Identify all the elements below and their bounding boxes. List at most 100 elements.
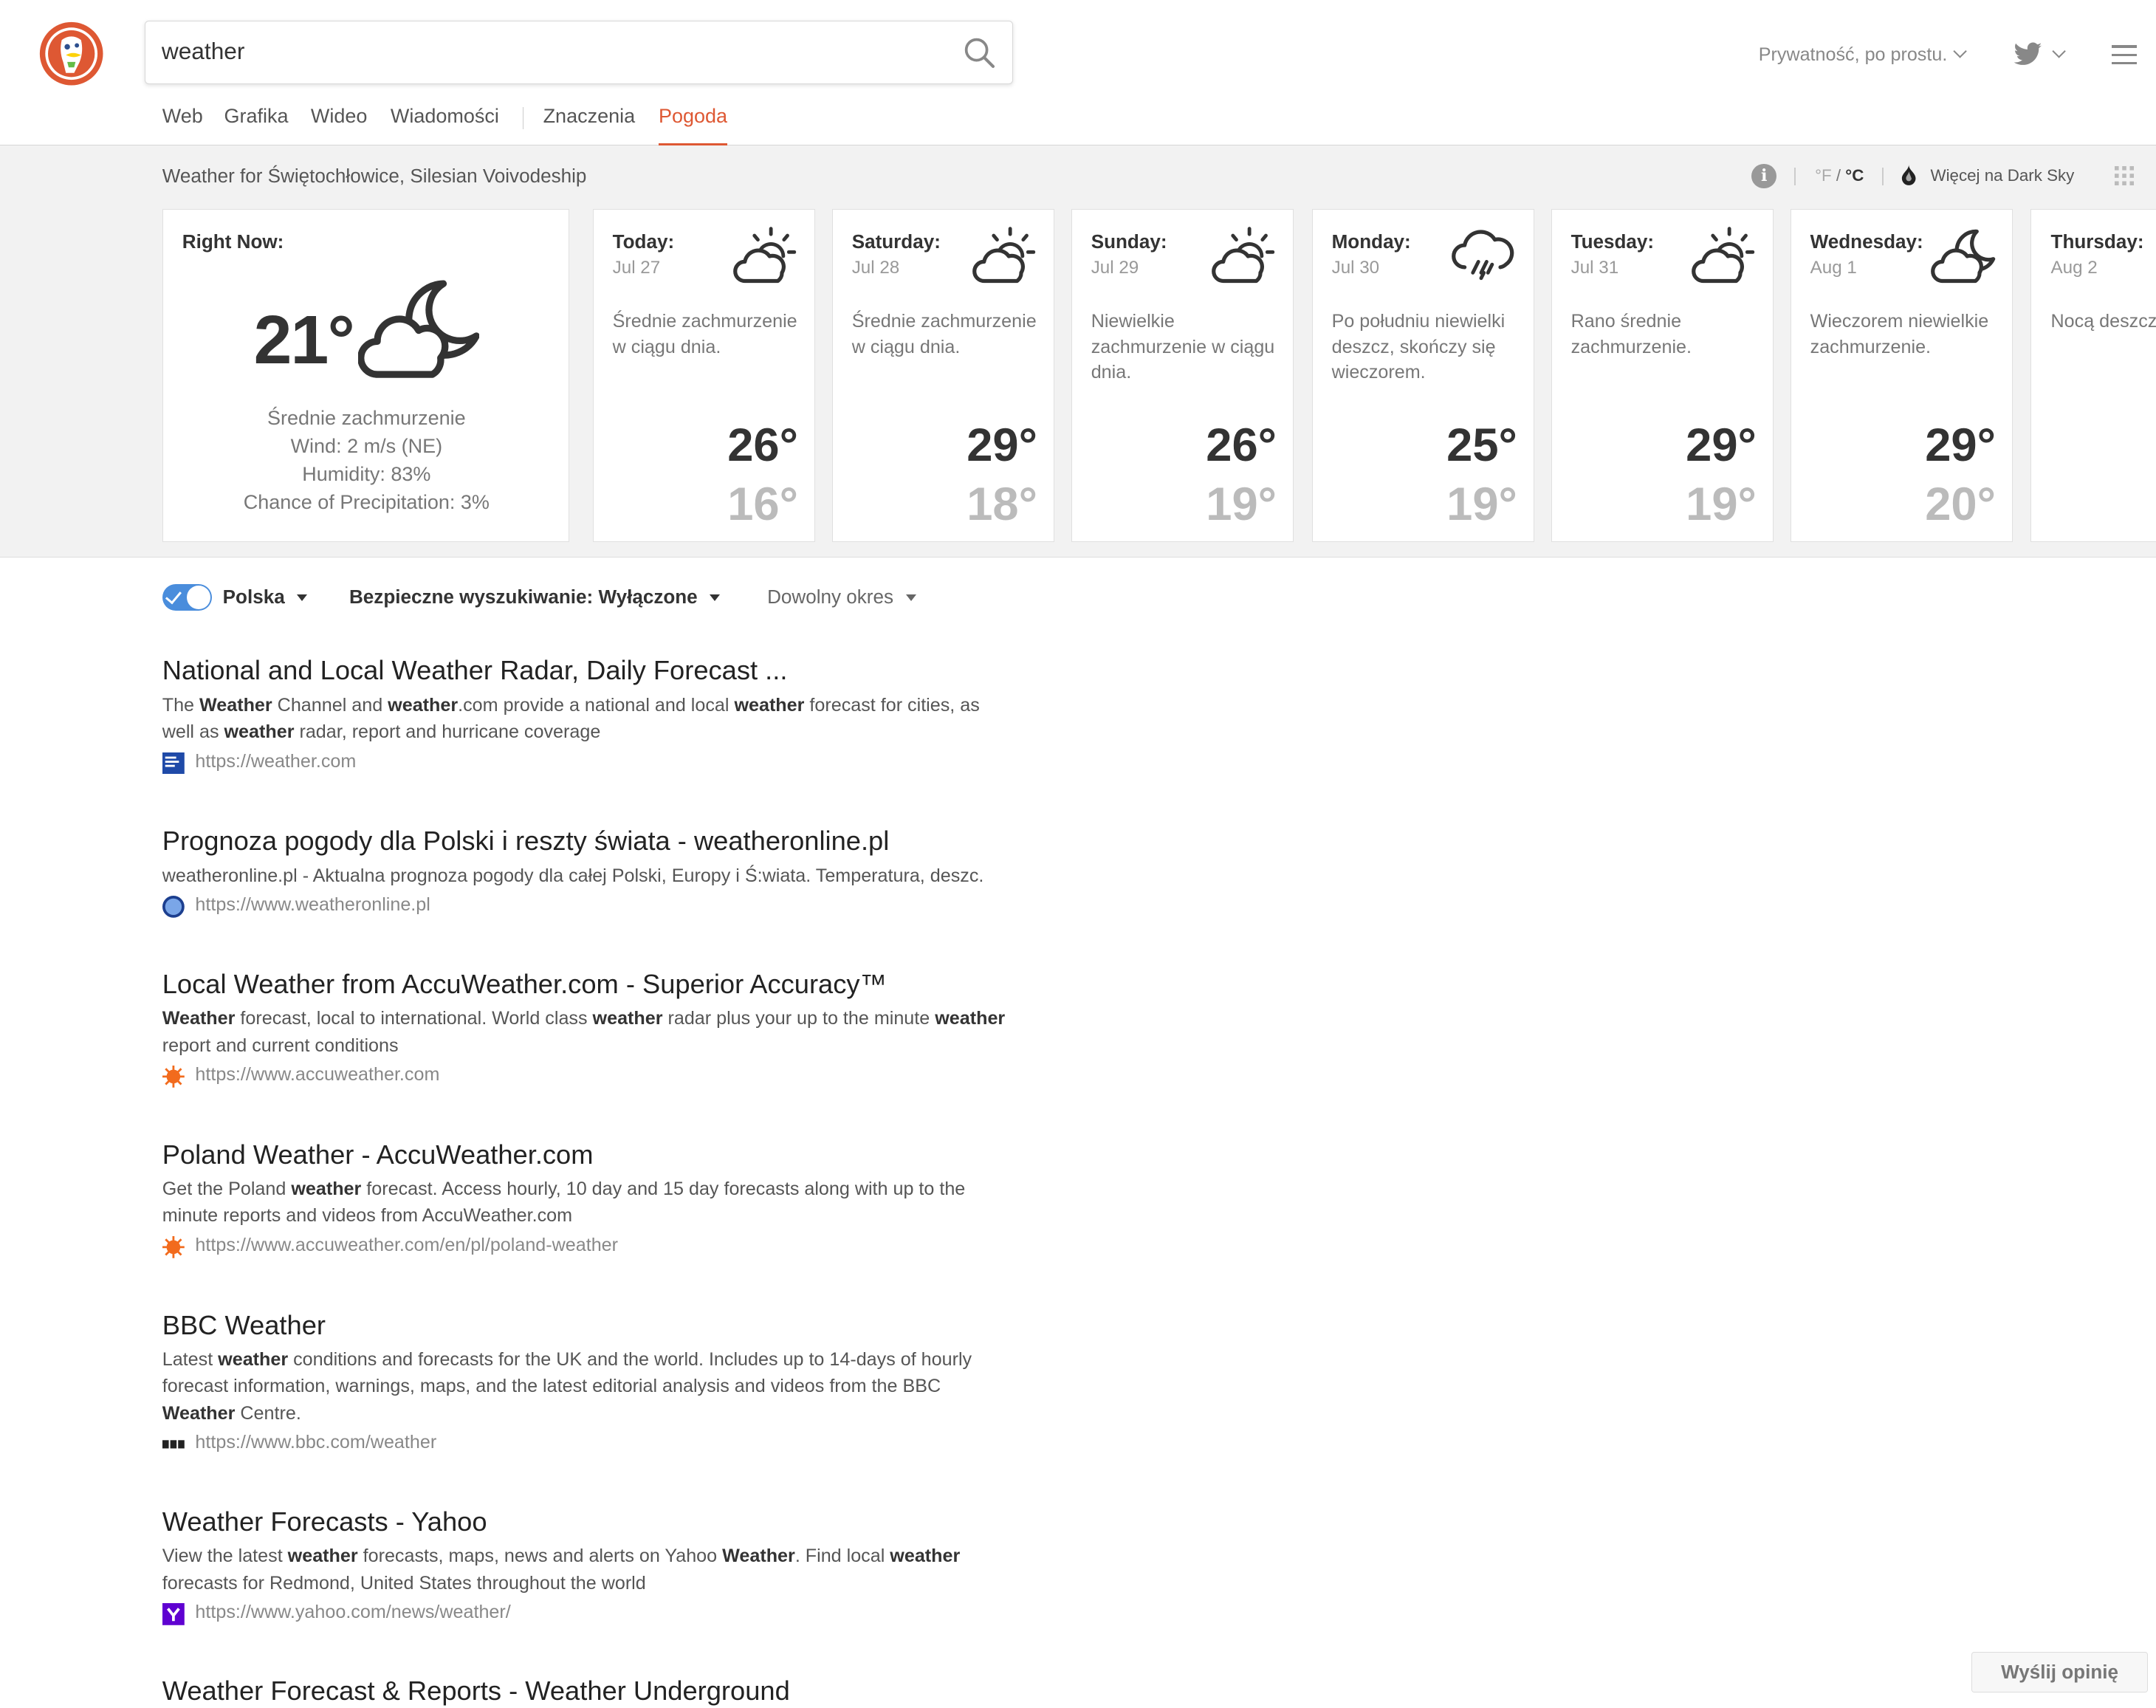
darksky-icon xyxy=(1901,165,1916,186)
result-url-link[interactable]: https://weather.com xyxy=(162,751,1015,778)
result-title-link[interactable]: National and Local Weather Radar, Daily … xyxy=(162,654,1015,687)
tab-videos[interactable]: Wideo xyxy=(311,105,368,143)
snippet-text: Centre. xyxy=(235,1402,301,1424)
day-name: Sunday: xyxy=(1091,230,1167,253)
time-range-dropdown[interactable]: Dowolny okres xyxy=(767,586,916,608)
grid-icon[interactable] xyxy=(2115,166,2135,186)
info-icon[interactable]: i xyxy=(1751,163,1776,189)
current-precipitation: Chance of Precipitation: 3% xyxy=(243,491,490,514)
search-result: National and Local Weather Radar, Daily … xyxy=(162,654,1015,778)
result-url: https://weather.com xyxy=(195,750,357,772)
search-result: BBC Weather Latest weather conditions an… xyxy=(162,1309,1015,1460)
region-toggle[interactable] xyxy=(162,584,212,611)
partly-cloudy-day-icon xyxy=(1211,227,1274,284)
darksky-link[interactable]: Więcej na Dark Sky xyxy=(1931,166,2075,185)
forecast-day-card[interactable]: Thursday: Aug 2 Nocą deszcz xyxy=(2030,209,2156,542)
result-url-link[interactable]: https://www.accuweather.com/en/pl/poland… xyxy=(162,1235,1015,1262)
hamburger-menu-icon[interactable] xyxy=(2112,45,2137,65)
search-result: Poland Weather - AccuWeather.com Get the… xyxy=(162,1139,1015,1263)
search-input[interactable] xyxy=(161,35,932,69)
forecast-day-card[interactable]: Wednesday: Aug 1 Wieczorem niewielkie za… xyxy=(1790,209,2013,542)
region-dropdown[interactable]: Polska xyxy=(223,586,308,608)
day-low-temp: 19° xyxy=(1446,479,1517,531)
chevron-down-icon xyxy=(1953,44,1968,58)
result-snippet: Latest weather conditions and forecasts … xyxy=(162,1346,1015,1427)
snippet-keyword: weather xyxy=(890,1546,961,1567)
divider xyxy=(1794,168,1796,186)
snippet-keyword: Weather xyxy=(722,1546,795,1567)
forecast-day-card[interactable]: Sunday: Jul 29 Niewielkie zachmurzenie w… xyxy=(1071,209,1294,542)
safe-search-dropdown[interactable]: Bezpieczne wyszukiwanie: Wyłączone xyxy=(349,586,721,608)
divider xyxy=(1882,168,1884,186)
day-date: Aug 2 xyxy=(2050,258,2098,278)
tab-meanings[interactable]: Znaczenia xyxy=(543,105,636,143)
partly-cloudy-day-icon xyxy=(972,227,1035,284)
forecast-day-card[interactable]: Saturday: Jul 28 Średnie zachmurzenie w … xyxy=(831,209,1055,542)
result-title-link[interactable]: Local Weather from AccuWeather.com - Sup… xyxy=(162,968,1015,1001)
day-summary: Wieczorem niewielkie zachmurzenie. xyxy=(1810,311,1989,357)
snippet-text: View the latest xyxy=(162,1546,288,1567)
day-summary: Średnie zachmurzenie w ciągu dnia. xyxy=(612,311,797,357)
unit-toggle[interactable]: °F / °C xyxy=(1815,166,1864,185)
snippet-text: forecasts for Redmond, United States thr… xyxy=(162,1572,646,1594)
snippet-keyword: Weather xyxy=(199,694,272,716)
result-url-link[interactable]: https://www.weatheronline.pl xyxy=(162,894,1015,922)
tab-divider xyxy=(522,107,524,130)
snippet-keyword: weather xyxy=(291,1179,362,1200)
rain-icon xyxy=(1452,230,1514,281)
day-name: Wednesday: xyxy=(1810,230,1923,253)
day-low-temp: 20° xyxy=(1925,479,1996,531)
result-url-link[interactable]: https://www.bbc.com/weather xyxy=(162,1432,1015,1459)
search-icon[interactable] xyxy=(963,36,996,69)
tab-web[interactable]: Web xyxy=(162,105,203,143)
tab-images[interactable]: Grafika xyxy=(224,105,289,143)
feedback-button[interactable]: Wyślij opinię xyxy=(1971,1651,2148,1693)
snippet-keyword: weather xyxy=(224,721,295,742)
region-label: Polska xyxy=(222,586,285,608)
search-box xyxy=(144,20,1014,84)
result-url: https://www.accuweather.com/en/pl/poland… xyxy=(195,1235,619,1256)
result-url: https://www.accuweather.com xyxy=(195,1064,440,1085)
result-url-link[interactable]: https://www.yahoo.com/news/weather/ xyxy=(162,1602,1015,1629)
twitter-dropdown[interactable] xyxy=(2013,41,2067,69)
partly-cloudy-night-icon xyxy=(358,280,480,379)
result-title-link[interactable]: BBC Weather xyxy=(162,1309,1015,1342)
snippet-text: .com provide a national and local xyxy=(458,694,735,716)
day-date: Jul 30 xyxy=(1331,258,1380,278)
caret-down-icon xyxy=(710,594,721,601)
day-date: Jul 27 xyxy=(612,258,661,278)
result-title-link[interactable]: Prognoza pogody dla Polski i reszty świa… xyxy=(162,825,1015,858)
twitter-icon xyxy=(2013,42,2042,65)
chevron-down-icon xyxy=(2052,44,2067,59)
forecast-day-card[interactable]: Monday: Jul 30 Po południu niewielki des… xyxy=(1311,209,1535,542)
tab-news[interactable]: Wiadomości xyxy=(391,105,499,143)
day-low-temp: 19° xyxy=(1686,479,1757,531)
day-summary: Średnie zachmurzenie w ciągu dnia. xyxy=(851,311,1037,357)
result-snippet: View the latest weather forecasts, maps,… xyxy=(162,1543,1015,1596)
snippet-text: Channel and xyxy=(272,694,388,716)
day-summary: Niewielkie zachmurzenie w ciągu dnia. xyxy=(1091,311,1275,383)
snippet-text: forecasts, maps, news and alerts on Yaho… xyxy=(357,1546,723,1567)
search-result: Prognoza pogody dla Polski i reszty świa… xyxy=(162,825,1015,922)
forecast-day-card[interactable]: Tuesday: Jul 31 Rano średnie zachmurzeni… xyxy=(1551,209,1774,542)
day-high-temp: 26° xyxy=(727,419,798,472)
header-bar: Web Grafika Wideo Wiadomości Znaczenia P… xyxy=(0,0,2156,145)
current-wind: Wind: 2 m/s (NE) xyxy=(290,434,443,457)
duckduckgo-logo[interactable] xyxy=(38,21,104,86)
search-result: Weather Forecast & Reports - Weather Und… xyxy=(162,1675,790,1708)
day-summary: Nocą deszcz xyxy=(2050,311,2156,332)
result-title-link[interactable]: Weather Forecast & Reports - Weather Und… xyxy=(162,1675,790,1708)
day-name: Saturday: xyxy=(851,230,941,253)
result-url: https://www.yahoo.com/news/weather/ xyxy=(195,1602,511,1623)
privacy-dropdown[interactable]: Prywatność, po prostu. xyxy=(1759,44,1968,66)
fahrenheit-option[interactable]: °F xyxy=(1815,166,1832,185)
result-title-link[interactable]: Poland Weather - AccuWeather.com xyxy=(162,1139,1015,1172)
forecast-day-card[interactable]: Today: Jul 27 Średnie zachmurzenie w cią… xyxy=(592,209,816,542)
result-title-link[interactable]: Weather Forecasts - Yahoo xyxy=(162,1506,1015,1539)
day-low-temp: 19° xyxy=(1206,479,1277,531)
partly-cloudy-night-icon xyxy=(1930,230,1995,284)
celsius-option[interactable]: °C xyxy=(1845,166,1864,185)
result-url-link[interactable]: https://www.accuweather.com xyxy=(162,1064,1015,1091)
tab-weather[interactable]: Pogoda xyxy=(658,105,728,145)
day-date: Jul 29 xyxy=(1091,258,1139,278)
